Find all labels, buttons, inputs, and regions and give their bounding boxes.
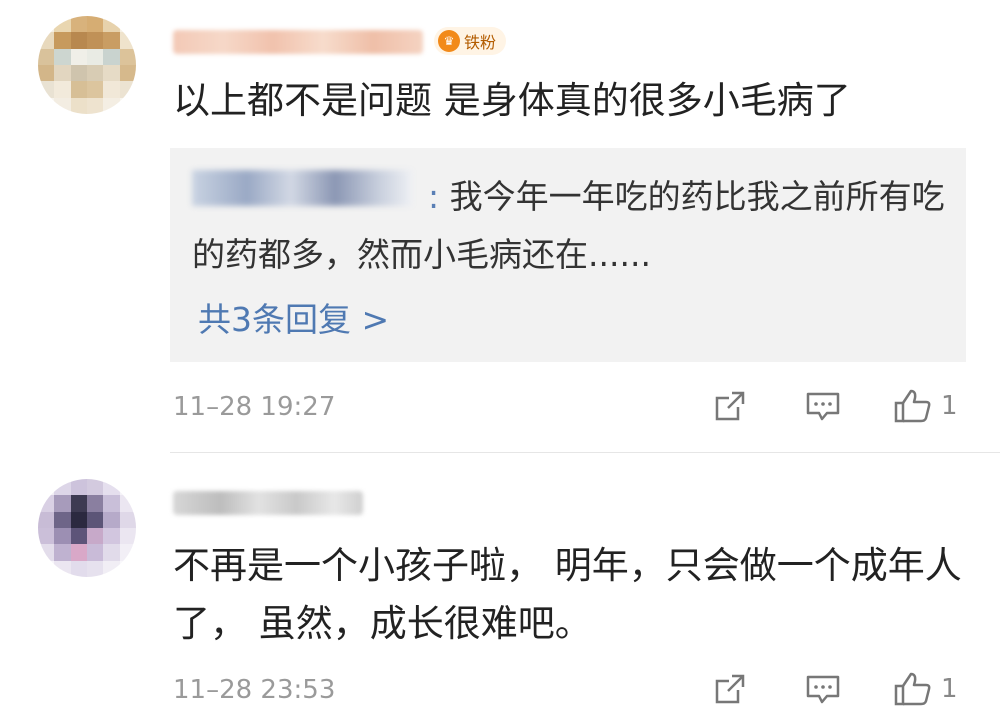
- comment-button[interactable]: [803, 669, 843, 709]
- avatar[interactable]: [38, 479, 136, 577]
- timestamp: 11–28 19:27: [173, 392, 336, 422]
- comment-button[interactable]: [803, 386, 843, 426]
- comment-text: 不再是一个小孩子啦， 明年，只会做一个成年人了， 虽然，成长很难吧。: [173, 544, 962, 645]
- like-icon: [894, 389, 931, 423]
- crown-icon: ♛: [438, 30, 460, 52]
- share-button[interactable]: [710, 386, 750, 426]
- share-icon: [715, 391, 745, 421]
- action-bar: 1: [710, 386, 958, 426]
- avatar[interactable]: [38, 16, 136, 114]
- share-icon: [715, 674, 745, 704]
- more-replies-link[interactable]: 共3条回复 >: [198, 293, 389, 341]
- comment-item: ♛ 铁粉 以上都不是问题 是身体真的很多小毛病了 : 我今年一年吃的药比我之前所…: [0, 0, 1000, 452]
- like-count: 1: [941, 391, 958, 421]
- timestamp: 11–28 23:53: [173, 675, 336, 705]
- action-bar: 1: [710, 669, 958, 709]
- like-count: 1: [941, 674, 958, 704]
- reply-text: : 我今年一年吃的药比我之前所有吃的药都多，然而小毛病还在......: [192, 177, 945, 274]
- badge-label: 铁粉: [464, 33, 497, 52]
- like-button[interactable]: 1: [891, 669, 958, 709]
- like-icon: [894, 672, 931, 706]
- comment-item: 不再是一个小孩子啦， 明年，只会做一个成年人了， 虽然，成长很难吧。 11–28…: [0, 453, 1000, 722]
- reply-box[interactable]: : 我今年一年吃的药比我之前所有吃的药都多，然而小毛病还在...... 共3条回…: [170, 148, 966, 362]
- username[interactable]: [173, 30, 423, 54]
- share-button[interactable]: [710, 669, 750, 709]
- fan-badge: ♛ 铁粉: [434, 27, 507, 55]
- comment-icon: [806, 392, 840, 421]
- comment-text: 以上都不是问题 是身体真的很多小毛病了: [173, 79, 851, 122]
- like-button[interactable]: 1: [891, 386, 958, 426]
- username[interactable]: [173, 491, 363, 515]
- comment-icon: [806, 675, 840, 704]
